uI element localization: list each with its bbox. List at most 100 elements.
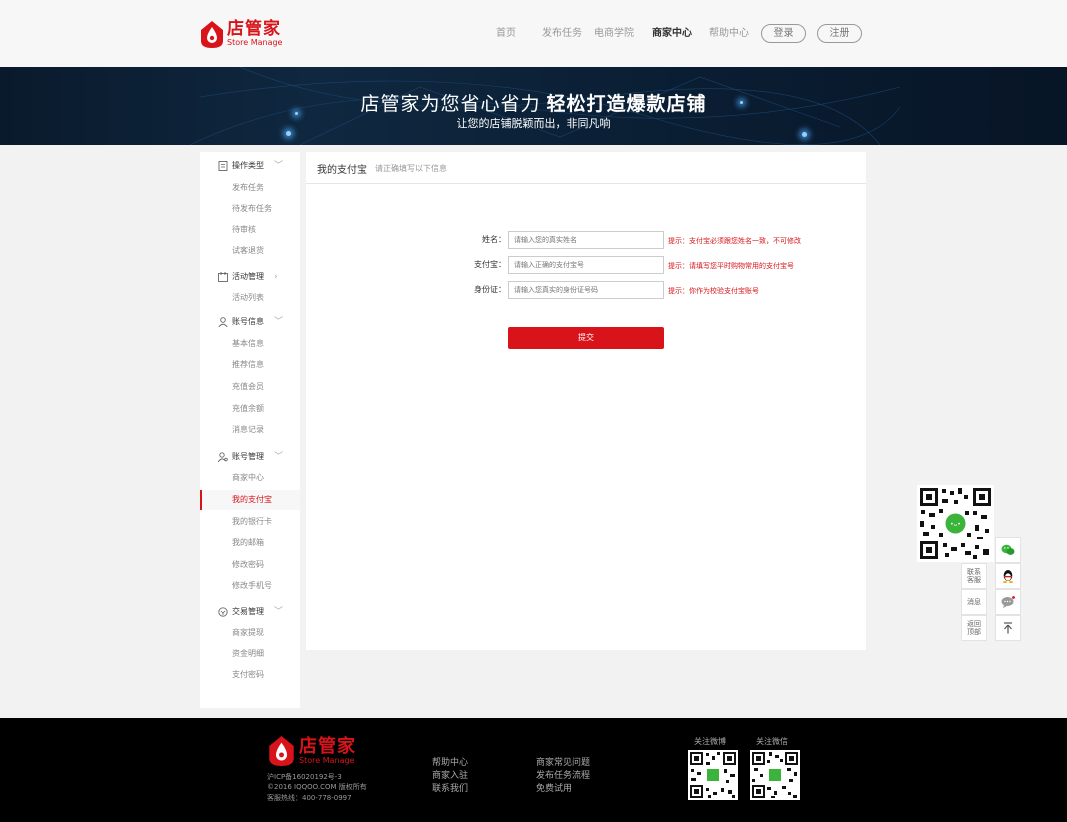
sidebar-group-operation[interactable]: 操作类型 ﹀	[200, 155, 300, 177]
footer-link-contact-us[interactable]: 联系我们	[432, 781, 468, 794]
wechat-icon[interactable]	[995, 537, 1021, 563]
sidebar-group-label: 交易管理	[232, 607, 264, 616]
sidebar-item-payment-password[interactable]: 支付密码	[200, 665, 300, 685]
sidebar-group-label: 账号信息	[232, 317, 264, 326]
banner-title-bold: 轻松打造爆款店铺	[546, 93, 707, 115]
float-wechat[interactable]	[961, 537, 1021, 563]
back-to-top-label[interactable]: 返回 顶部	[961, 615, 987, 641]
float-back-to-top[interactable]: 返回 顶部	[961, 615, 1021, 641]
footer-hotline: 客服热线：400-778-0997	[267, 794, 352, 802]
footer-link-help-center[interactable]: 帮助中心	[432, 755, 468, 768]
contact-service-label[interactable]: 联系 客服	[961, 563, 987, 589]
id-card-input[interactable]	[508, 281, 664, 299]
banner-subtitle: 让您的店铺脱颖而出，非同凡响	[456, 117, 611, 130]
nav-home[interactable]: 首页	[496, 24, 516, 44]
name-hint: 提示：支付宝必须跟您姓名一致，不可修改	[668, 237, 801, 245]
sidebar-item-recharge-member[interactable]: 充值会员	[200, 377, 300, 397]
alipay-label: 支付宝：	[474, 260, 506, 269]
footer-logo-text-en: Store Manage	[299, 755, 355, 765]
footer-link-publish-flow[interactable]: 发布任务流程	[536, 768, 590, 781]
footer-link-merchant-join[interactable]: 商家入驻	[432, 768, 468, 781]
chat-bubble-icon[interactable]	[995, 589, 1021, 615]
arrow-up-icon[interactable]	[995, 615, 1021, 641]
sidebar-item-activity-list[interactable]: 活动列表	[200, 288, 300, 308]
footer-link-merchant-faq[interactable]: 商家常见问题	[536, 755, 590, 768]
alipay-form-panel: 我的支付宝 请正确填写以下信息 姓名： 提示：支付宝必须跟您姓名一致，不可修改 …	[306, 152, 866, 650]
nav-help-center[interactable]: 帮助中心	[709, 24, 749, 44]
sidebar: 操作类型 ﹀ 发布任务 待发布任务 待审核 试客退货 活动管理 › 活动列表 账…	[200, 152, 300, 708]
sidebar-item-merchant-center[interactable]: 商家中心	[200, 468, 300, 488]
nav-merchant-center[interactable]: 商家中心	[652, 24, 692, 44]
message-label[interactable]: 消息	[961, 589, 987, 615]
footer-logo[interactable]: 店管家 Store Manage	[268, 736, 356, 766]
sidebar-item-recharge-balance[interactable]: 充值余额	[200, 399, 300, 419]
sidebar-item-basic-info[interactable]: 基本信息	[200, 334, 300, 354]
sidebar-group-activity[interactable]: 活动管理 ›	[200, 266, 300, 288]
id-card-label: 身份证：	[474, 285, 506, 294]
sidebar-group-account-info[interactable]: 账号信息 ﹀	[200, 311, 300, 333]
banner-glow-dot	[286, 131, 291, 136]
nav-ecommerce-academy[interactable]: 电商学院	[594, 24, 634, 44]
footer-icp: 沪ICP备16020192号-3	[267, 773, 342, 781]
chevron-down-icon: ﹀	[274, 161, 284, 171]
nav-publish-task[interactable]: 发布任务	[542, 24, 582, 44]
qr-code-icon	[688, 750, 738, 800]
site-footer: 店管家 Store Manage 沪ICP备16020192号-3 ©2016 …	[0, 718, 1067, 822]
register-button[interactable]: 注册	[817, 24, 862, 43]
submit-button[interactable]: 提交	[508, 327, 664, 349]
alipay-input[interactable]	[508, 256, 664, 274]
banner-glow-dot	[802, 132, 807, 137]
sidebar-item-pending-review[interactable]: 待审核	[200, 220, 300, 240]
wechat-qr-label: 关注微信	[756, 737, 788, 746]
float-contact-service[interactable]: 联系 客服	[961, 563, 1021, 589]
name-label: 姓名：	[482, 235, 506, 244]
panel-header: 我的支付宝 请正确填写以下信息	[306, 152, 866, 184]
sidebar-item-tester-return[interactable]: 试客退货	[200, 241, 300, 261]
footer-logo-text-cn: 店管家	[299, 735, 356, 757]
page-title: 我的支付宝	[317, 165, 367, 176]
trade-icon	[218, 607, 228, 617]
sidebar-item-my-alipay[interactable]: 我的支付宝	[200, 490, 300, 510]
sidebar-item-publish-task[interactable]: 发布任务	[200, 178, 300, 198]
chevron-down-icon: ﹀	[274, 607, 284, 617]
sidebar-item-change-phone[interactable]: 修改手机号	[200, 576, 300, 596]
banner-title-normal: 店管家为您省心省力	[360, 93, 541, 115]
sidebar-item-pending-publish[interactable]: 待发布任务	[200, 199, 300, 219]
hero-banner: 店管家为您省心省力 轻松打造爆款店铺 让您的店铺脱颖而出，非同凡响	[0, 67, 1067, 145]
sidebar-item-my-bank-card[interactable]: 我的银行卡	[200, 512, 300, 532]
calendar-icon	[218, 272, 228, 282]
login-button[interactable]: 登录	[761, 24, 806, 43]
chevron-right-icon: ›	[274, 272, 278, 282]
wechat-qr-code	[750, 750, 800, 800]
float-message[interactable]: 消息	[961, 589, 1021, 615]
banner-title: 店管家为您省心省力 轻松打造爆款店铺	[0, 89, 1067, 116]
sidebar-group-label: 账号管理	[232, 452, 264, 461]
alipay-hint: 提示：请填写您平时购物常用的支付宝号	[668, 262, 794, 270]
sidebar-group-label: 活动管理	[232, 272, 264, 281]
sidebar-item-referral-info[interactable]: 推荐信息	[200, 355, 300, 375]
svg-text:•ᴗ•: •ᴗ•	[950, 521, 961, 528]
sidebar-item-change-password[interactable]: 修改密码	[200, 555, 300, 575]
weibo-qr-label: 关注微博	[694, 737, 726, 746]
footer-link-free-trial[interactable]: 免费试用	[536, 781, 572, 794]
logo-drop-icon	[269, 736, 294, 766]
sidebar-item-message-log[interactable]: 消息记录	[200, 420, 300, 440]
id-card-hint: 提示：你作为校验支付宝账号	[668, 287, 759, 295]
sidebar-group-account-manage[interactable]: 账号管理 ﹀	[200, 446, 300, 468]
main-nav: 首页 发布任务 电商学院 商家中心 帮助中心	[0, 24, 1067, 44]
chevron-down-icon: ﹀	[274, 317, 284, 327]
document-icon	[218, 161, 228, 171]
sidebar-group-label: 操作类型	[232, 161, 264, 170]
qq-icon[interactable]	[995, 563, 1021, 589]
site-header: 店管家 Store Manage 首页 发布任务 电商学院 商家中心 帮助中心 …	[0, 0, 1067, 67]
sidebar-item-fund-details[interactable]: 资金明细	[200, 644, 300, 664]
user-icon	[218, 317, 228, 327]
qr-code-icon	[750, 750, 800, 800]
weibo-qr-code	[688, 750, 738, 800]
sidebar-item-merchant-withdraw[interactable]: 商家提现	[200, 623, 300, 643]
user-manage-icon	[218, 452, 228, 462]
page-subtitle: 请正确填写以下信息	[375, 164, 447, 173]
sidebar-group-trade-manage[interactable]: 交易管理 ﹀	[200, 601, 300, 623]
name-input[interactable]	[508, 231, 664, 249]
sidebar-item-my-email[interactable]: 我的邮箱	[200, 533, 300, 553]
